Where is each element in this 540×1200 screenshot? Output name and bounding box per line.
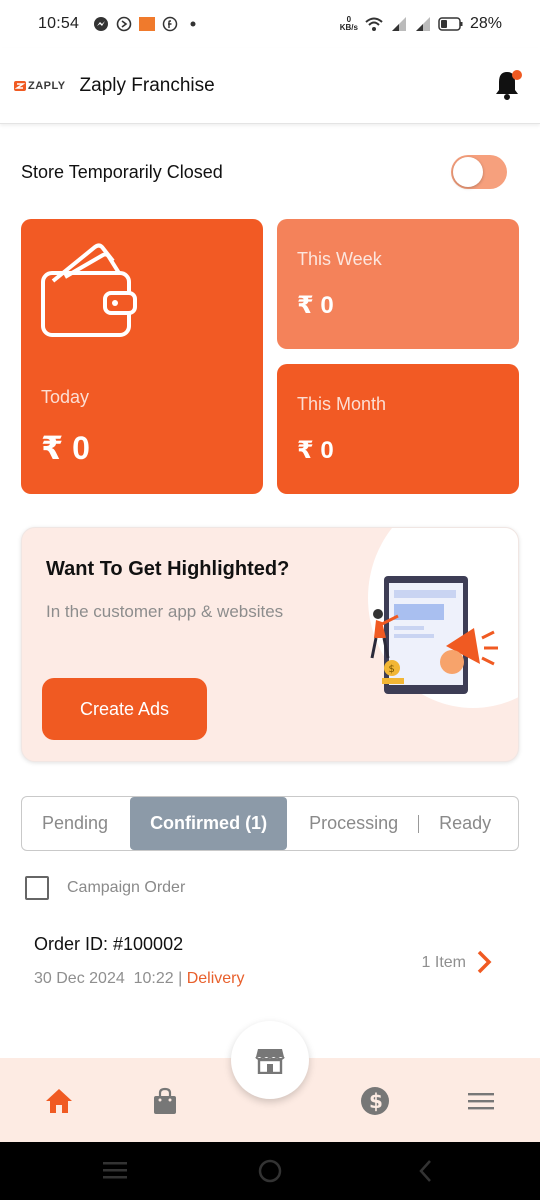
today-label: Today <box>41 387 90 407</box>
campaign-order-checkbox[interactable] <box>25 876 49 900</box>
dot-icon <box>190 21 196 27</box>
banner-subtitle: In the customer app & websites <box>46 602 284 621</box>
week-earnings-card[interactable]: This Week ₹ 0 <box>277 219 519 349</box>
network-speed-unit: KB/s <box>339 23 358 32</box>
today-value: ₹ 0 <box>41 430 90 466</box>
toggle-knob <box>453 157 483 187</box>
order-date: 30 Dec 2024 <box>34 970 125 987</box>
store-button[interactable] <box>231 1021 309 1099</box>
month-earnings-card[interactable]: This Month ₹ 0 <box>277 364 519 494</box>
week-label: This Week <box>297 249 382 269</box>
system-navigation-bar <box>0 1142 540 1200</box>
tab-ready[interactable]: Ready <box>419 797 511 850</box>
banner-title: Want To Get Highlighted? <box>46 558 290 580</box>
signal-icon <box>391 17 406 31</box>
month-label: This Month <box>297 394 387 414</box>
menu-icon[interactable] <box>466 1086 496 1116</box>
logo-mark-icon <box>14 80 26 91</box>
battery-level: 28% <box>469 15 502 32</box>
campaign-order-label: Campaign Order <box>67 879 186 896</box>
order-time: 10:22 <box>133 970 174 987</box>
home-circle-icon[interactable] <box>257 1158 283 1184</box>
store-icon <box>255 1049 285 1074</box>
campaign-order-filter: Campaign Order <box>25 876 185 900</box>
tab-processing[interactable]: Processing <box>289 797 418 850</box>
create-ads-button[interactable]: Create Ads <box>42 678 207 740</box>
logo-text: ZAPLY <box>28 79 66 92</box>
today-earnings-card[interactable]: Today ₹ 0 <box>21 219 263 494</box>
messenger-icon <box>94 17 109 31</box>
wifi-icon <box>365 17 383 31</box>
svg-text:$: $ <box>369 1089 383 1113</box>
signal-icon-2 <box>415 17 430 31</box>
store-closed-label: Store Temporarily Closed <box>21 161 223 182</box>
order-meta: 30 Dec 2024 10:22 | Delivery <box>34 970 245 987</box>
status-time: 10:54 <box>38 15 80 32</box>
battery-icon <box>438 17 463 31</box>
notification-badge <box>512 70 522 80</box>
order-id: Order ID: #100002 <box>34 934 184 954</box>
network-speed: 0 KB/s <box>340 16 358 32</box>
chevron-right-icon[interactable] <box>474 948 494 976</box>
month-value: ₹ 0 <box>297 437 334 464</box>
back-icon[interactable] <box>416 1158 436 1184</box>
store-status-row: Store Temporarily Closed <box>21 152 511 192</box>
app-badge-icon <box>139 17 156 31</box>
recent-apps-icon[interactable] <box>102 1158 128 1182</box>
system-status: 0 KB/s 28% <box>340 15 502 33</box>
app-title: Zaply Franchise <box>79 74 215 96</box>
store-closed-toggle[interactable] <box>451 155 507 189</box>
order-type: Delivery <box>186 970 245 987</box>
home-icon[interactable] <box>44 1086 74 1116</box>
notification-icons <box>93 16 201 32</box>
tab-pending[interactable]: Pending <box>22 797 128 850</box>
dollar-icon[interactable]: $ <box>360 1086 390 1116</box>
advertising-illustration-icon: $ <box>370 576 498 694</box>
status-bar: 10:54 0 KB/s 28% <box>0 0 540 48</box>
wallet-icon <box>41 243 137 337</box>
week-value: ₹ 0 <box>297 292 334 319</box>
order-status-tabs: Pending Confirmed (1) Processing Ready <box>21 796 519 851</box>
highlight-promo-banner: Want To Get Highlighted? In the customer… <box>21 527 519 762</box>
order-item-count: 1 Item <box>421 954 466 971</box>
app-header: ZAPLY Zaply Franchise <box>0 48 540 124</box>
order-list-item[interactable]: Order ID: #100002 30 Dec 2024 10:22 | De… <box>34 934 504 994</box>
tab-confirmed[interactable]: Confirmed (1) <box>130 797 288 850</box>
shopping-bag-icon[interactable] <box>150 1086 180 1116</box>
svg-text:$: $ <box>389 664 395 675</box>
facebook-icon <box>162 16 178 32</box>
zaply-logo: ZAPLY <box>14 80 66 92</box>
sync-icon <box>116 16 132 32</box>
